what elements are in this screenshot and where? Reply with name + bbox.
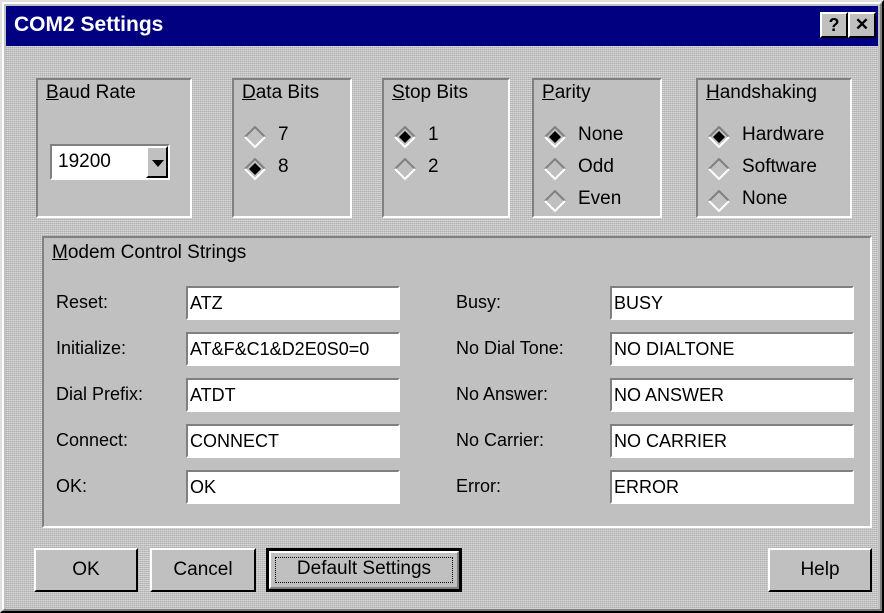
ok-field[interactable] (186, 470, 400, 504)
no-answer-label: No Answer: (456, 384, 549, 404)
no-answer-field[interactable] (610, 378, 854, 412)
no-dial-tone-field[interactable] (610, 332, 854, 366)
data-bits-label-rest: ata Bits (255, 82, 320, 103)
baud-rate-label: Baud Rate (46, 82, 136, 104)
window-title: COM2 Settings (14, 13, 164, 36)
handshaking-label-rest: andshaking (719, 82, 817, 103)
modem-control-strings-group: Modem Control Strings Reset: Initialize: D… (42, 236, 872, 528)
handshaking-label-first: H (706, 82, 720, 103)
modem-control-strings-label: Modem Control Strings (52, 242, 246, 264)
cancel-button[interactable]: Cancel (150, 548, 256, 592)
stop-bits-label-first: S (392, 82, 405, 103)
dialog-body: Baud Rate 19200 Data Bits 7 8 Stop Bits 1… (6, 46, 878, 611)
chevron-down-icon (152, 160, 164, 167)
radio-label: Software (742, 156, 817, 177)
reset-field[interactable] (186, 286, 400, 320)
stop-bits-label: Stop Bits (392, 82, 468, 104)
parity-group: Parity None Odd Even (532, 78, 662, 218)
parity-label-rest: arity (554, 82, 591, 103)
help-button[interactable]: Help (768, 548, 872, 592)
handshaking-group: Handshaking Hardware Software None (696, 78, 852, 218)
radio-unchecked-icon (708, 190, 730, 212)
radio-label: Odd (578, 156, 614, 177)
no-carrier-label: No Carrier: (456, 430, 545, 450)
connect-field[interactable] (186, 424, 400, 458)
default-settings-label: Default Settings (296, 558, 432, 579)
modem-control-strings-label-rest: odem Control Strings (67, 242, 247, 263)
dial-prefix-field[interactable] (186, 378, 400, 412)
radio-label: None (742, 188, 788, 209)
default-settings-button[interactable]: Default Settings (266, 548, 462, 592)
radio-label: None (578, 124, 624, 145)
baud-rate-group: Baud Rate 19200 (36, 78, 192, 218)
reset-label: Reset: (56, 292, 109, 312)
radio-checked-icon (708, 126, 730, 148)
radio-label: 7 (278, 124, 289, 145)
radio-label: Hardware (742, 124, 825, 145)
radio-label: Even (578, 188, 622, 209)
close-icon[interactable]: ✕ (848, 12, 876, 38)
data-bits-group: Data Bits 7 8 (232, 78, 352, 218)
baud-rate-label-rest: aud Rate (58, 82, 136, 103)
connect-label: Connect: (56, 430, 129, 450)
radio-checked-icon (544, 126, 566, 148)
parity-label-first: P (542, 82, 555, 103)
radio-unchecked-icon (544, 190, 566, 212)
initialize-label: Initialize: (56, 338, 127, 358)
busy-label: Busy: (456, 292, 502, 312)
initialize-field[interactable] (186, 332, 400, 366)
ok-button[interactable]: OK (34, 548, 138, 592)
modem-control-strings-label-first: M (52, 242, 68, 263)
no-dial-tone-label: No Dial Tone: (456, 338, 564, 358)
busy-field[interactable] (610, 286, 854, 320)
baud-rate-label-first: B (46, 82, 59, 103)
stop-bits-label-rest: top Bits (404, 82, 469, 103)
radio-label: 8 (278, 156, 289, 177)
parity-label: Parity (542, 82, 591, 104)
radio-checked-icon (244, 158, 266, 180)
ok-label: OK: (56, 476, 88, 496)
error-label: Error: (456, 476, 501, 496)
radio-label: 2 (428, 156, 439, 177)
baud-rate-select[interactable]: 19200 (50, 144, 170, 180)
no-carrier-field[interactable] (610, 424, 854, 458)
radio-label: 1 (428, 124, 439, 145)
handshaking-label: Handshaking (706, 82, 817, 104)
radio-unchecked-icon (394, 158, 416, 180)
radio-checked-icon (394, 126, 416, 148)
help-question-icon[interactable]: ? (820, 12, 848, 38)
data-bits-label-first: D (242, 82, 256, 103)
dropdown-button[interactable] (146, 146, 168, 178)
radio-unchecked-icon (244, 126, 266, 148)
baud-rate-value: 19200 (58, 151, 111, 172)
title-bar[interactable]: COM2 Settings ? ✕ (6, 6, 878, 46)
radio-unchecked-icon (708, 158, 730, 180)
stop-bits-group: Stop Bits 1 2 (382, 78, 510, 218)
settings-dialog: COM2 Settings ? ✕ Baud Rate 19200 Data B… (0, 0, 884, 613)
dial-prefix-label: Dial Prefix: (56, 384, 144, 404)
data-bits-label: Data Bits (242, 82, 319, 104)
error-field[interactable] (610, 470, 854, 504)
radio-unchecked-icon (544, 158, 566, 180)
